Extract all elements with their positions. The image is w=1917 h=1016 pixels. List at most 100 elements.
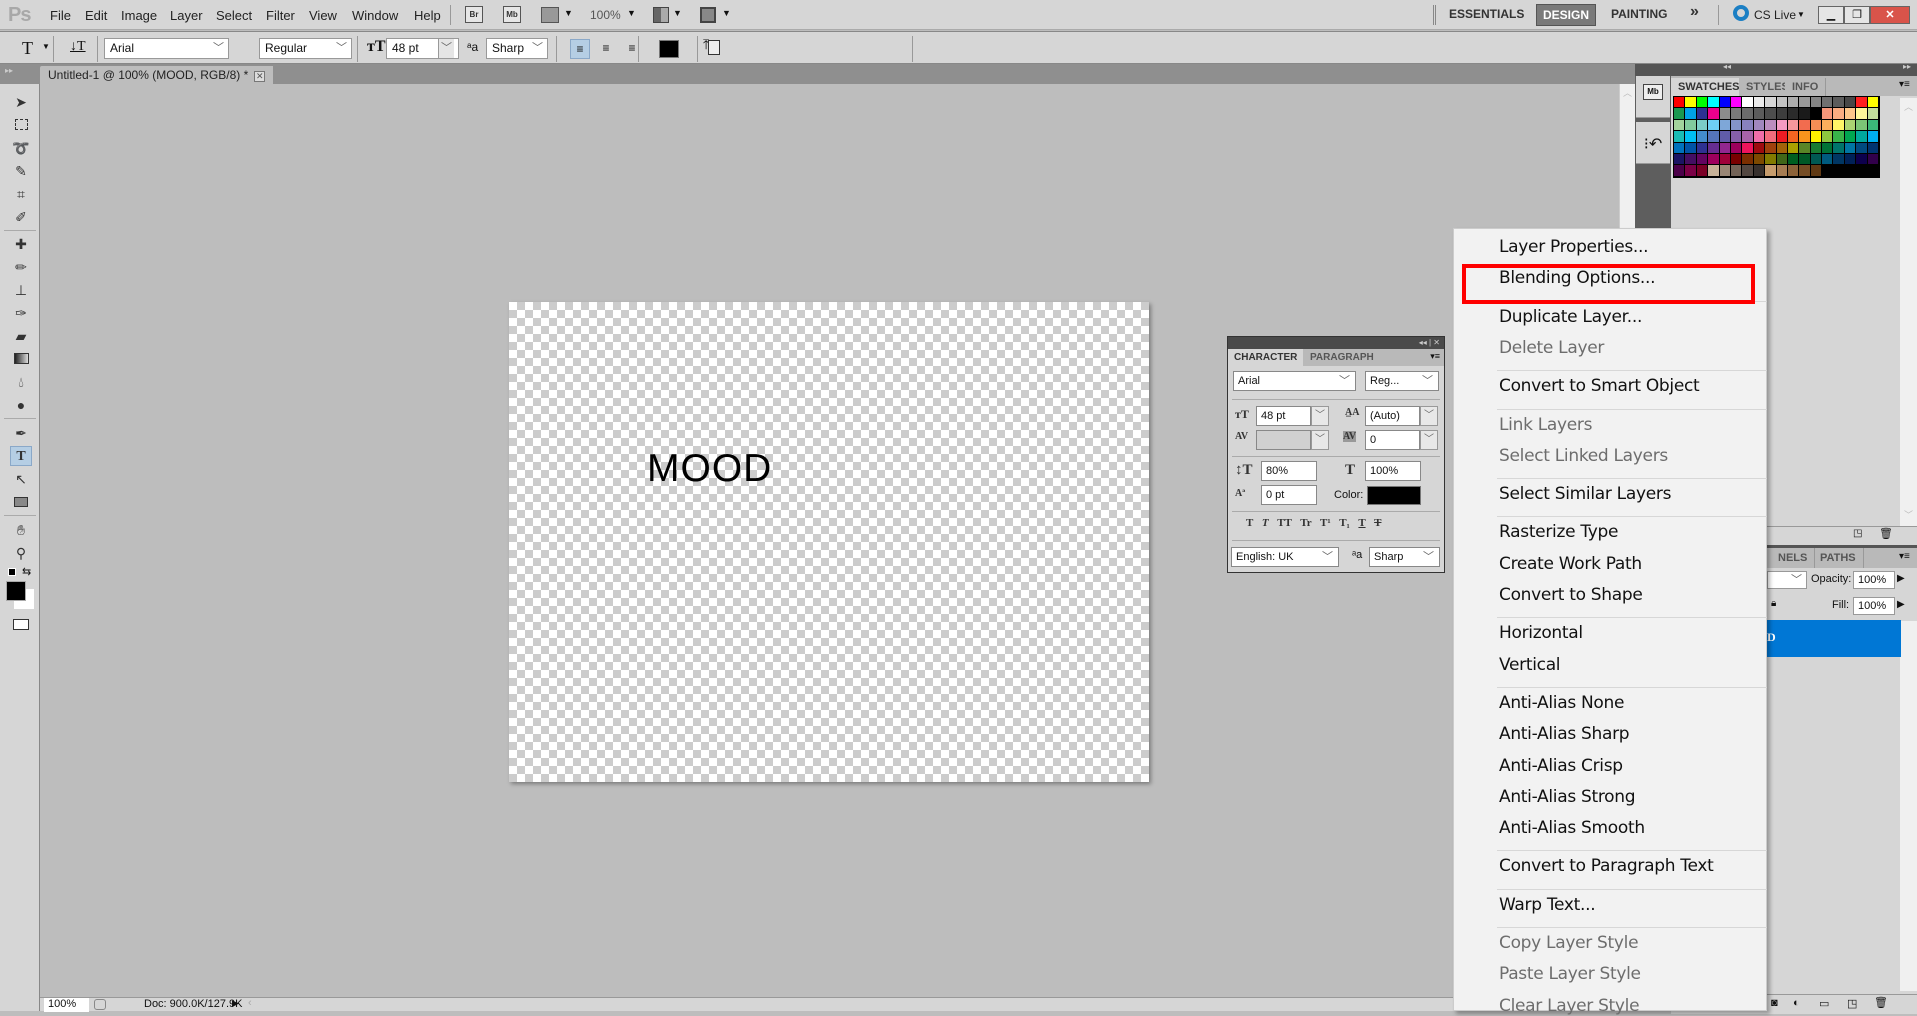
close-button[interactable]: ✕ [1870, 6, 1910, 24]
lock-icon[interactable]: 🔒︎ [1771, 598, 1776, 609]
swatch[interactable] [1856, 153, 1868, 166]
align-center-button[interactable]: ≡ [596, 39, 616, 59]
vertical-scale-field[interactable]: 80% [1261, 461, 1317, 481]
zoom-level-dropdown[interactable]: 100% [590, 8, 621, 22]
layers-scrollbar[interactable] [1900, 621, 1917, 991]
chevron-down-icon[interactable]: ▼ [627, 8, 636, 18]
scroll-up-icon[interactable]: ︿ [1904, 100, 1913, 113]
align-right-button[interactable]: ≡ [622, 39, 642, 59]
swatch[interactable] [1844, 97, 1857, 109]
swatch[interactable] [1765, 119, 1777, 132]
menu-filter[interactable]: Filter [266, 8, 295, 23]
fill-slider-arrow-icon[interactable]: ▶ [1897, 599, 1905, 610]
swatch[interactable] [1799, 97, 1811, 109]
swatch[interactable] [1765, 131, 1777, 143]
new-layer-icon[interactable]: ◳ [1847, 997, 1857, 1010]
swatch[interactable] [1867, 153, 1880, 166]
swatch[interactable] [1685, 165, 1697, 177]
minimize-button[interactable]: ▁ [1818, 6, 1844, 24]
swatch[interactable] [1708, 142, 1720, 154]
restore-button[interactable]: ❐ [1844, 6, 1870, 24]
path-selection-tool-icon[interactable]: ↖ [10, 469, 32, 489]
swatch[interactable] [1674, 97, 1686, 109]
tab-character[interactable]: CHARACTER [1228, 349, 1304, 366]
menu-help[interactable]: Help [414, 8, 441, 23]
swatch[interactable] [1696, 108, 1709, 120]
char-antialias-select[interactable]: Sharp ﹀ [1369, 547, 1440, 567]
swatch[interactable] [1696, 97, 1709, 109]
swatch[interactable] [1742, 97, 1754, 109]
blend-mode-select[interactable]: ﹀ [1767, 571, 1807, 589]
history-dock-button[interactable]: ⁝↶ [1636, 122, 1670, 164]
menu-item-convert-to-shape[interactable]: Convert to Shape [1499, 585, 1643, 605]
swatch[interactable] [1810, 119, 1823, 132]
swatch[interactable] [1742, 119, 1754, 132]
swatch[interactable] [1708, 119, 1720, 132]
swatch[interactable] [1810, 131, 1823, 143]
gradient-tool-icon[interactable] [10, 349, 32, 369]
swatch[interactable] [1674, 165, 1686, 177]
menu-item-warp-text[interactable]: Warp Text... [1499, 895, 1596, 915]
character-paragraph-panel-icon[interactable] [708, 40, 720, 55]
chevron-down-icon[interactable]: ▼ [42, 42, 50, 51]
status-menu-arrow-icon[interactable]: ▶ [232, 998, 239, 1009]
swatch[interactable] [1674, 108, 1686, 120]
default-colors-icon[interactable] [8, 568, 16, 576]
chevron-down-icon[interactable]: ▼ [722, 8, 731, 18]
swatch[interactable] [1674, 142, 1686, 154]
horizontal-scale-field[interactable]: 100% [1365, 461, 1421, 481]
swatch[interactable] [1742, 131, 1754, 143]
swatch[interactable] [1867, 142, 1880, 154]
swatch[interactable] [1856, 131, 1868, 143]
swatch[interactable] [1844, 131, 1857, 143]
all-caps-button[interactable]: TT [1277, 517, 1291, 529]
document-tab[interactable]: Untitled-1 @ 100% (MOOD, RGB/8) * ✕ [40, 66, 274, 84]
tab-swatches[interactable]: SWATCHES [1671, 78, 1748, 96]
swatch[interactable] [1799, 119, 1811, 132]
swatch[interactable] [1776, 119, 1788, 132]
blur-tool-icon[interactable]: 💧︎ [10, 372, 32, 392]
panel-menu-icon[interactable]: ▾≡ [1430, 351, 1440, 362]
swatch[interactable] [1833, 153, 1845, 166]
menu-view[interactable]: View [309, 8, 337, 23]
menu-item-anti-alias-none[interactable]: Anti-Alias None [1499, 693, 1624, 713]
swatch[interactable] [1708, 131, 1720, 143]
scroll-down-icon[interactable]: ﹀ [1904, 508, 1913, 521]
swatch[interactable] [1719, 119, 1731, 132]
swatch[interactable] [1696, 153, 1709, 166]
healing-brush-tool-icon[interactable]: ✚ [10, 234, 32, 254]
swatch[interactable] [1685, 108, 1697, 120]
swatch[interactable] [1674, 153, 1686, 166]
swatch[interactable] [1719, 108, 1731, 120]
swatch[interactable] [1787, 108, 1800, 120]
marquee-tool-icon[interactable] [10, 115, 32, 135]
rectangle-tool-icon[interactable] [10, 492, 32, 512]
chevron-down-icon[interactable]: ▼ [564, 8, 573, 18]
underline-button[interactable]: T [1358, 517, 1365, 529]
swatch[interactable] [1776, 142, 1788, 154]
chevron-down-icon[interactable]: ﹀ [1311, 430, 1329, 450]
swatch[interactable] [1833, 108, 1845, 120]
superscript-button[interactable]: T¹ [1320, 517, 1331, 529]
move-tool-icon[interactable]: ➤ [10, 92, 32, 112]
chevron-down-icon[interactable]: ▼ [673, 8, 682, 18]
swatch[interactable] [1730, 131, 1743, 143]
swatch[interactable] [1822, 97, 1834, 109]
swatch[interactable] [1799, 142, 1811, 154]
char-font-size-field[interactable]: 48 pt [1256, 406, 1311, 426]
font-size-field[interactable]: 48 pt ﹀ [386, 38, 459, 59]
bridge-button[interactable]: Br [465, 6, 483, 23]
swatch[interactable] [1674, 131, 1686, 143]
swatch[interactable] [1765, 165, 1777, 177]
antialias-select[interactable]: Sharp ﹀ [486, 38, 548, 59]
swatch[interactable] [1730, 165, 1743, 177]
swatch[interactable] [1787, 165, 1800, 177]
swatch[interactable] [1844, 153, 1857, 166]
swatch[interactable] [1822, 142, 1834, 154]
swatch[interactable] [1833, 119, 1845, 132]
tab-paths[interactable]: PATHS [1813, 548, 1864, 568]
workspace-essentials[interactable]: ESSENTIALS [1449, 7, 1524, 21]
swatch[interactable] [1685, 131, 1697, 143]
menu-item-anti-alias-smooth[interactable]: Anti-Alias Smooth [1499, 818, 1645, 838]
type-tool-icon[interactable]: T [10, 446, 32, 466]
